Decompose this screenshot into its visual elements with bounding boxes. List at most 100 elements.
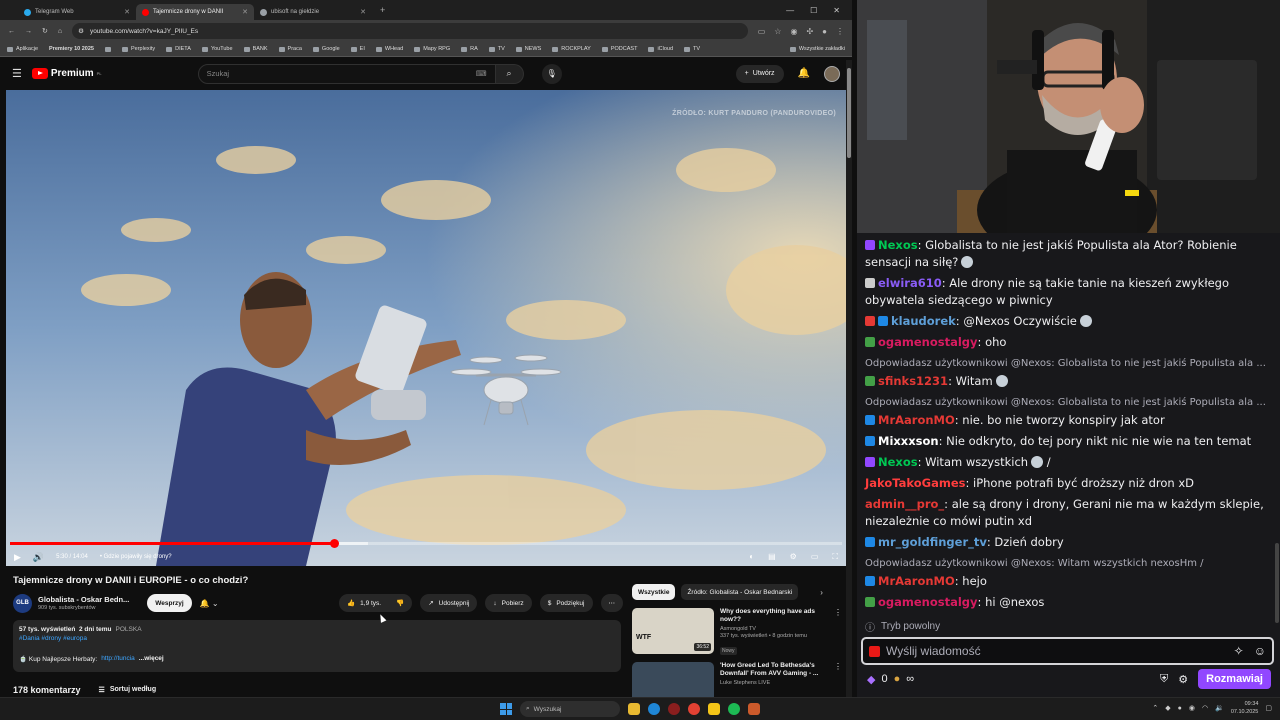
profile-icon[interactable]: ● [822,27,827,36]
menu-icon[interactable]: ⋮ [836,27,844,36]
tab-telegram[interactable]: Telegram Web ✕ [18,4,136,20]
channel-avatar[interactable]: GLB [13,593,32,613]
extension-icon[interactable]: ◉ [790,27,797,36]
more-actions-button[interactable]: ⋯ [600,594,623,612]
minimize-icon[interactable]: — [786,6,794,15]
wifi-icon[interactable]: ◠ [1202,704,1208,712]
chat-send-button[interactable]: Rozmawiaj [1198,669,1271,689]
close-window-icon[interactable]: ✕ [833,6,840,15]
bookmark-item[interactable]: Aplikacje [7,46,38,52]
chat-scrollbar[interactable] [1275,543,1279,623]
shield-icon[interactable]: ⛨ [1160,673,1168,686]
chat-username[interactable]: JakoTakoGames [865,476,965,490]
chat-username[interactable]: admin__pro_ [865,497,944,511]
bookmark-item[interactable]: ROCKPLAY [552,46,591,52]
bookmark-item[interactable]: EI [350,46,365,52]
chat-username[interactable]: Mixxxson [878,434,939,448]
download-button[interactable]: ↓ Pobierz [485,594,532,612]
scrollbar-thumb[interactable] [847,68,851,158]
tray-app-icon[interactable]: ◆ [1165,704,1170,712]
settings-gear-icon[interactable]: ⚙ [790,552,797,562]
more-options-icon[interactable]: ⋮ [834,662,842,671]
puzzle-icon[interactable]: ✣ [806,27,813,36]
tab-ubisoft[interactable]: ubisoft na giełdzie ✕ [254,4,372,20]
reply-context[interactable]: Odpowiadasz użytkownikowi @Nexos: Global… [865,394,1270,411]
clock[interactable]: 09:34 07.10.2025 [1231,700,1259,716]
hamburger-menu-icon[interactable]: ☰ [12,67,22,80]
more-options-icon[interactable]: ⋮ [834,608,842,617]
bookmark-item[interactable]: NEWS [515,46,541,52]
progress-bar[interactable] [10,539,842,548]
chat-username[interactable]: elwira610 [878,276,942,290]
chat-badge-icon[interactable] [865,457,875,467]
chat-settings-icon[interactable]: ⚙ [1178,673,1188,686]
bookmark-item[interactable]: Praca [278,46,302,52]
chat-input[interactable]: Wyślij wiadomość ✧ ☺ [861,637,1274,665]
chat-badge-icon[interactable] [865,415,875,425]
video-thumbnail[interactable]: WTF 36:52 [632,608,714,654]
join-button[interactable]: Wesprzyj [147,594,192,612]
chat-badge-icon[interactable] [865,537,875,547]
chat-badge-icon[interactable] [865,316,875,326]
autoplay-toggle-icon[interactable]: ◐ [749,552,754,562]
bookmark-item[interactable]: Mapy RPG [414,46,450,52]
recommendation-title[interactable]: 'How Greed Led To Bethesda's Downfall' F… [720,662,820,679]
voice-search-button[interactable]: 🎙 [541,63,562,84]
chapter-title[interactable]: • Gdzie pojawiły się drony? [100,554,172,560]
bookmark-item[interactable]: Google [312,46,340,52]
bookmark-item[interactable]: TV [684,46,700,52]
notes-icon[interactable] [708,703,720,715]
recommendation-title[interactable]: Why does everything have ads now?? [720,608,820,625]
video-thumbnail[interactable] [632,662,714,697]
obs-icon[interactable] [748,703,760,715]
theater-mode-icon[interactable]: ▭ [811,552,819,562]
video-player[interactable]: ŹRÓDŁO: KURT PANDURO (PANDUROVIDEO) ▶ 🔊 … [6,90,846,566]
chat-badge-icon[interactable] [865,436,875,446]
reload-icon[interactable]: ↻ [42,27,48,35]
bookmark-item[interactable]: Perplexity [121,46,155,52]
description-box[interactable]: 57 tys. wyświetleń 2 dni temu POLSKA #Dan… [13,620,621,672]
keyboard-icon[interactable]: ⌨ [476,69,487,78]
badge-icon[interactable] [869,645,880,657]
chat-badge-icon[interactable] [865,278,875,288]
chat-username[interactable]: Nexos [878,238,918,252]
chat-badge-icon[interactable] [865,337,875,347]
channel-points-icon[interactable]: ● [894,673,901,685]
bookmark-item[interactable]: WHead [375,46,403,52]
edge-icon[interactable] [648,703,660,715]
file-explorer-icon[interactable] [628,703,640,715]
bookmark-item[interactable]: BANK [243,46,268,52]
close-icon[interactable]: ✕ [360,8,366,16]
thanks-button[interactable]: $ Podziękuj [539,594,593,612]
subtitles-icon[interactable]: ▤ [768,552,776,562]
url-field[interactable]: ⚙ youtube.com/watch?v=kaJY_PlIU_Es [72,23,748,39]
create-button[interactable]: + Utwórz [735,64,784,83]
close-icon[interactable]: ✕ [124,8,130,16]
channel-name[interactable]: Globalista - Oskar Bedn... [38,595,129,604]
share-button[interactable]: ↗ Udostępnij [420,594,478,612]
chat-username[interactable]: ogamenostalgy [878,335,978,349]
thumbs-down-icon[interactable]: 👎 [396,599,404,607]
sparkle-icon[interactable]: ✧ [1234,644,1244,658]
chat-username[interactable]: ogamenostalgy [878,595,978,609]
chat-badge-icon[interactable] [865,576,875,586]
chat-username[interactable]: Nexos [878,455,918,469]
like-button[interactable]: 👍 1,9 tys. 👎 [339,594,413,612]
recommendation-item[interactable]: WTF 36:52 Why does everything have ads n… [632,608,842,657]
bits-icon[interactable]: ◆ [867,673,875,686]
forward-icon[interactable]: → [25,28,32,35]
chat-badge-icon[interactable] [865,376,875,386]
chat-username[interactable]: mr_goldfinger_tv [878,535,987,549]
chat-username[interactable]: sfinks1231 [878,374,948,388]
search-input[interactable]: Szukaj ⌨ [197,63,496,84]
tray-app-icon[interactable]: ● [1178,705,1182,712]
show-more-link[interactable]: ...więcej [139,655,164,663]
recommendation-channel[interactable]: Luke Stephens LIVE [720,680,820,686]
spotify-icon[interactable] [728,703,740,715]
chip-source[interactable]: Źródło: Globalista - Oskar Bednarski [681,584,799,600]
bookmark-item[interactable]: RA [461,46,478,52]
avatar[interactable] [824,65,840,82]
notifications-bell-icon[interactable]: 🔔 [798,68,810,79]
bookmark-item[interactable]: PODCAST [601,46,637,52]
subscription-bell-icon[interactable]: 🔔 ⌄ [200,599,219,608]
